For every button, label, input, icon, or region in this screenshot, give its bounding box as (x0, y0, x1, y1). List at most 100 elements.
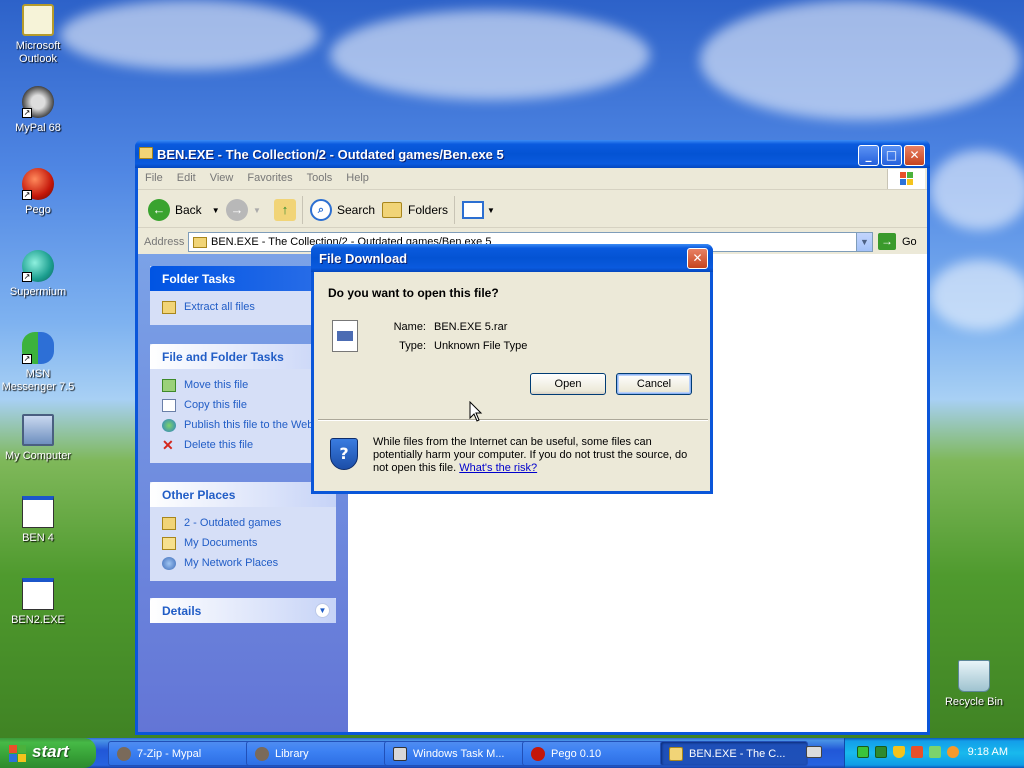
desktop-icon-msn[interactable]: ↗ MSN Messenger 7.5 (0, 332, 76, 394)
forward-arrow-icon: → (226, 199, 248, 221)
divider (318, 419, 708, 421)
folder-icon (162, 516, 176, 530)
desktop-icon-label: Pego (25, 204, 51, 216)
chevron-down-icon: ▼ (211, 205, 220, 215)
up-arrow-icon: ↑ (274, 199, 296, 221)
place-my-documents[interactable]: My Documents (162, 533, 336, 553)
task-7zip[interactable]: 7-Zip - Mypal (108, 741, 256, 766)
pego-icon (531, 747, 545, 761)
search-button[interactable]: ⌕ Search (310, 197, 375, 223)
start-button[interactable]: start (0, 738, 96, 768)
explorer-titlebar[interactable]: BEN.EXE - The Collection/2 - Outdated ga… (135, 140, 930, 168)
app-tray-icon[interactable] (875, 746, 887, 758)
back-label: Back (175, 203, 202, 217)
globe-icon (162, 418, 176, 432)
expand-chevron-icon[interactable]: ▼ (315, 603, 330, 618)
panel-title: Details (162, 604, 202, 618)
close-button[interactable]: ✕ (904, 145, 925, 166)
panel-title[interactable]: Other Places (150, 482, 336, 507)
views-button[interactable]: ▼ (462, 197, 495, 223)
file-icon (332, 320, 358, 352)
dialog-title: File Download (319, 251, 408, 266)
task-library[interactable]: Library (246, 741, 394, 766)
copy-file-link[interactable]: Copy this file (162, 395, 336, 415)
menu-favorites[interactable]: Favorites (240, 168, 299, 188)
move-file-link[interactable]: Move this file (162, 375, 336, 395)
go-arrow-icon: → (878, 233, 896, 250)
place-my-network-places[interactable]: My Network Places (162, 553, 336, 573)
window-app-icon (22, 578, 54, 610)
chevron-down-icon: ▼ (487, 205, 495, 215)
search-icon: ⌕ (310, 199, 332, 221)
panel-title[interactable]: File and Folder Tasks (150, 344, 336, 369)
search-tray-icon[interactable] (947, 746, 959, 758)
taskbar: start 7-Zip - Mypal Library Windows Task… (0, 738, 1024, 768)
task-label: 7-Zip - Mypal (137, 748, 202, 760)
menu-bar: File Edit View Favorites Tools Help (138, 168, 927, 190)
network-tray-icon[interactable] (857, 746, 869, 758)
dialog-question: Do you want to open this file? (328, 286, 499, 300)
desktop-icon-mypal[interactable]: ↗ MyPal 68 (0, 86, 76, 135)
forward-button[interactable]: → ▼ (226, 197, 261, 223)
documents-folder-icon (162, 536, 176, 550)
folder-icon (139, 147, 153, 159)
folders-button[interactable]: Folders (382, 197, 448, 223)
publish-web-link[interactable]: Publish this file to the Web (162, 415, 336, 435)
task-pego[interactable]: Pego 0.10 (522, 741, 670, 766)
whats-the-risk-link[interactable]: What's the risk? (459, 462, 537, 474)
menu-file[interactable]: File (138, 168, 170, 188)
msn-messenger-icon: ↗ (22, 332, 54, 364)
extract-all-files-link[interactable]: Extract all files (162, 297, 336, 317)
place-outdated-games[interactable]: 2 - Outdated games (162, 513, 336, 533)
desktop-icon-recycle-bin[interactable]: Recycle Bin (936, 660, 1012, 709)
task-task-manager[interactable]: Windows Task M... (384, 741, 532, 766)
address-dropdown-icon[interactable]: ▼ (856, 233, 872, 251)
desktop-icon-ben4[interactable]: BEN 4 (0, 496, 76, 545)
file-download-dialog: File Download ✕ Do you want to open this… (311, 244, 713, 494)
task-label: BEN.EXE - The C... (689, 748, 786, 760)
delete-x-icon: ✕ (162, 436, 174, 453)
task-ben-exe[interactable]: BEN.EXE - The C... (660, 741, 808, 766)
desktop-icon-label: MyPal 68 (15, 122, 61, 134)
system-tray: 9:18 AM (844, 738, 1024, 768)
cancel-button[interactable]: Cancel (616, 373, 692, 395)
keyboard-icon[interactable] (806, 746, 822, 758)
folder-icon (669, 747, 683, 761)
menu-help[interactable]: Help (339, 168, 376, 188)
address-label: Address (144, 236, 185, 248)
go-button[interactable]: → Go (878, 233, 917, 250)
desktop-icon-supermium[interactable]: ↗ Supermium (0, 250, 76, 299)
up-folder-button[interactable]: ↑ (274, 197, 301, 223)
other-places-panel: Other Places 2 - Outdated games My Docum… (150, 482, 336, 581)
security-tray-icon[interactable] (911, 746, 923, 758)
dialog-close-button[interactable]: ✕ (687, 248, 708, 269)
folders-label: Folders (408, 203, 449, 217)
mouse-cursor-icon (469, 401, 483, 422)
type-label: Type: (399, 340, 426, 352)
name-value: BEN.EXE 5.rar (434, 321, 508, 333)
security-shield-icon: ? (330, 438, 358, 470)
window-app-icon (22, 496, 54, 528)
menu-view[interactable]: View (203, 168, 241, 188)
minimize-button[interactable]: _ (858, 145, 879, 166)
desktop-icon-my-computer[interactable]: My Computer (0, 414, 76, 463)
maximize-button[interactable]: □ (881, 145, 902, 166)
back-button[interactable]: ← Back ▼ (148, 197, 220, 223)
dialog-titlebar[interactable]: File Download ✕ (311, 244, 713, 272)
type-value: Unknown File Type (434, 340, 528, 352)
shield-tray-icon[interactable] (893, 746, 905, 758)
supermium-icon: ↗ (22, 250, 54, 282)
desktop-icon-pego[interactable]: ↗ Pego (0, 168, 76, 217)
open-button[interactable]: Open (530, 373, 606, 395)
desktop-icon-ben2[interactable]: BEN2.EXE (0, 578, 76, 627)
raccoon-icon (255, 747, 269, 761)
recycle-bin-icon (958, 660, 990, 692)
menu-tools[interactable]: Tools (300, 168, 340, 188)
details-header[interactable]: Details ▼ (150, 598, 336, 623)
desktop-icon-outlook[interactable]: Microsoft Outlook (0, 4, 76, 66)
msn-tray-icon[interactable] (929, 746, 941, 758)
clock[interactable]: 9:18 AM (968, 746, 1008, 758)
menu-edit[interactable]: Edit (170, 168, 203, 188)
delete-file-link[interactable]: ✕ Delete this file (162, 435, 336, 455)
panel-title[interactable]: Folder Tasks (150, 266, 336, 291)
